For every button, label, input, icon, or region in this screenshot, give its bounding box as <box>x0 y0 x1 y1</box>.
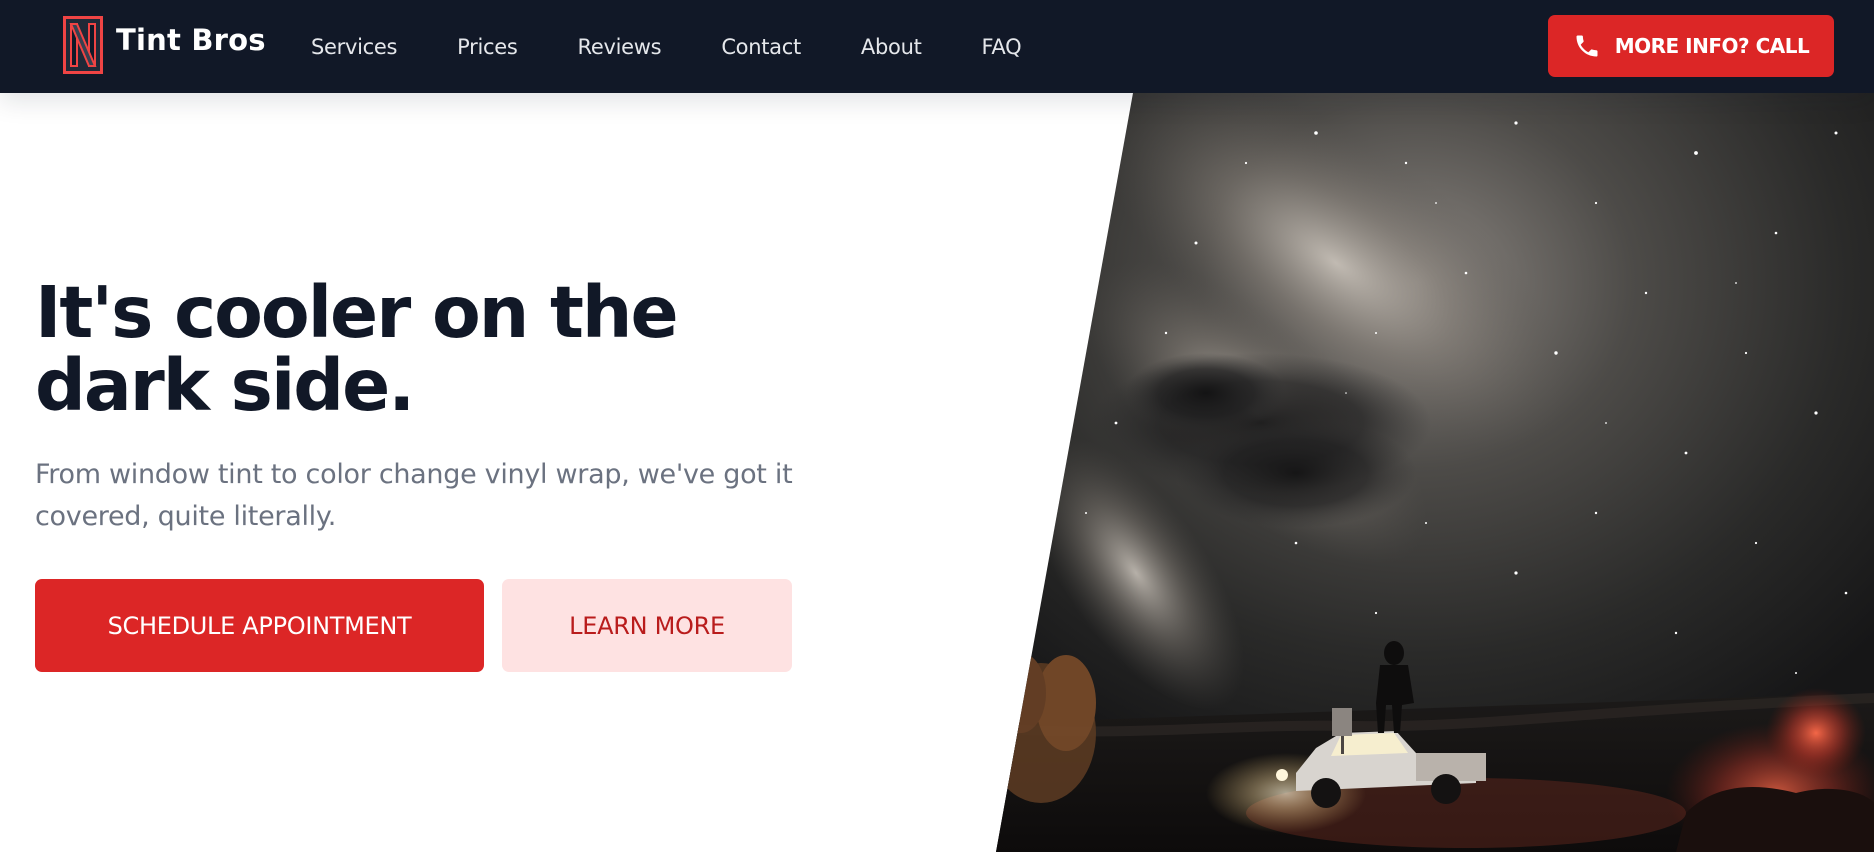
hero-text-block: It's cooler on the dark side. From windo… <box>35 276 815 538</box>
main-navigation: Services Prices Reviews Contact About FA… <box>311 0 1022 93</box>
brand-home-link[interactable]: Tint Bros <box>63 16 266 74</box>
call-button-label: MORE INFO? CALL <box>1614 34 1810 58</box>
tint-bros-logo-icon <box>63 16 103 74</box>
nav-link-faq[interactable]: FAQ <box>982 35 1022 59</box>
learn-more-button[interactable]: LEARN MORE <box>502 579 792 672</box>
nav-link-services[interactable]: Services <box>311 35 397 59</box>
schedule-appointment-button[interactable]: SCHEDULE APPOINTMENT <box>35 579 484 672</box>
top-navbar: Tint Bros Services Prices Reviews Contac… <box>0 0 1874 93</box>
hero-title: It's cooler on the dark side. <box>35 271 679 427</box>
phone-icon <box>1576 35 1598 57</box>
night-sky-milky-way-truck-photo <box>996 93 1874 852</box>
nav-link-reviews[interactable]: Reviews <box>578 35 662 59</box>
nav-link-about[interactable]: About <box>861 35 922 59</box>
hero-photo <box>996 93 1874 852</box>
nav-link-contact[interactable]: Contact <box>721 35 801 59</box>
brand-name: Tint Bros <box>116 23 266 57</box>
call-button[interactable]: MORE INFO? CALL <box>1548 15 1834 77</box>
nav-link-prices[interactable]: Prices <box>457 35 518 59</box>
hero-subtitle: From window tint to color change vinyl w… <box>35 459 793 532</box>
